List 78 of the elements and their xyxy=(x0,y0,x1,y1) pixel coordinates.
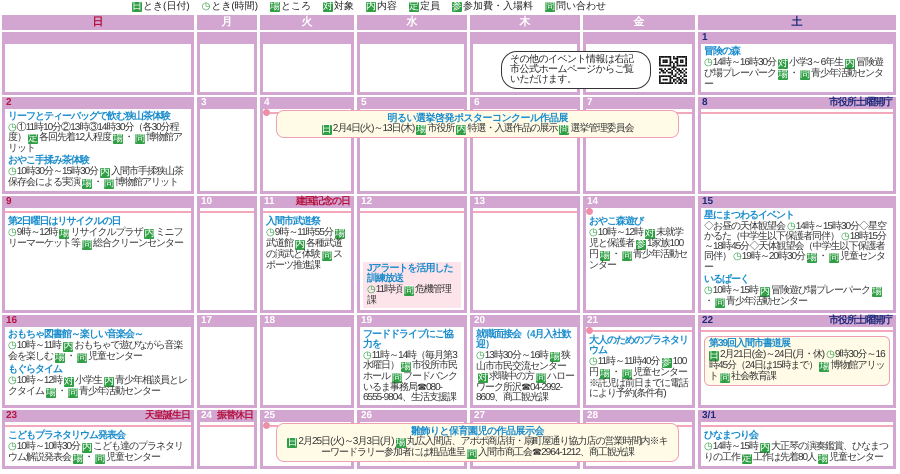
day-number: 23 xyxy=(6,411,18,421)
event-title: 明るい選挙啓発ポスターコンクール作品展 xyxy=(387,113,568,124)
legend-label: 問い合わせ xyxy=(556,2,606,12)
event-title: 大人のためのプラネタリウム xyxy=(589,336,689,356)
legend-label: 定員 xyxy=(420,2,440,12)
event-title: 冒険の森 xyxy=(704,47,742,57)
event-title: おやこ森遊び xyxy=(589,217,645,227)
day-number: 19 xyxy=(361,316,372,326)
day-number: 25 xyxy=(264,411,276,421)
event-title: もぐらタイム xyxy=(8,365,64,375)
day-number: 27 xyxy=(474,411,486,421)
category-tag: 定 xyxy=(409,2,420,12)
day-number: 17 xyxy=(201,316,212,326)
legend-label: とき(時間) xyxy=(211,2,258,12)
event-title: 星にまつわるイベント xyxy=(704,211,795,221)
holiday-label: 市役所土曜開庁 xyxy=(829,98,892,108)
day-number: 7 xyxy=(587,98,593,108)
day-number: 28 xyxy=(587,411,598,421)
weekday-header: 月 xyxy=(197,15,257,30)
day-number: 22 xyxy=(702,316,714,326)
event-title: 第39回入間市書道展 xyxy=(709,339,792,349)
day-number: 24 xyxy=(201,411,212,421)
day-number: 20 xyxy=(474,316,486,326)
day-number: 3 xyxy=(201,98,207,108)
legend-label: 対象 xyxy=(334,2,354,12)
event-title: 就職面接会（4月入社歓迎） xyxy=(476,330,572,350)
day-number: 14 xyxy=(587,197,598,207)
weekday-header: 土 xyxy=(698,15,896,30)
category-tag: 参 xyxy=(452,2,462,12)
legend-label: とき(日付) xyxy=(143,2,190,12)
day-number: 26 xyxy=(361,411,372,421)
day-number: 8 xyxy=(702,98,708,108)
day-number: 21 xyxy=(587,316,598,326)
day-number: 13 xyxy=(474,197,486,207)
day-number: 16 xyxy=(6,316,18,326)
day-header xyxy=(197,32,257,44)
clock-icon: ◷ xyxy=(202,2,210,12)
legend-label: 参加費・入場料 xyxy=(463,2,534,12)
day-number: 6 xyxy=(474,98,480,108)
day-number: 5 xyxy=(361,98,367,108)
period-line xyxy=(200,424,254,426)
weekday-header: 火 xyxy=(260,15,354,30)
holiday-label: 振替休日 xyxy=(217,411,253,421)
event-title: こどもプラネタリウム発表会 xyxy=(8,431,126,441)
day-number: 11 xyxy=(264,197,275,207)
weekday-header: 日 xyxy=(2,15,194,30)
day-number: 12 xyxy=(361,197,372,207)
legend-label: ところ xyxy=(281,2,312,12)
event-title: リーフとティーバッグで飲む狭山茶体験 xyxy=(8,112,172,122)
event-title: Jアラートを活用した訓練放送 xyxy=(367,264,454,284)
day-number: 18 xyxy=(264,316,276,326)
weekday-header: 金 xyxy=(583,15,695,30)
day-number: 1 xyxy=(702,33,708,43)
day-number: 4 xyxy=(264,98,270,108)
holiday-label: 建国記念の日 xyxy=(296,197,350,207)
day-number: 10 xyxy=(201,197,212,207)
holiday-label: 市役所土曜開庁 xyxy=(829,316,892,326)
day-number: 9 xyxy=(6,197,12,207)
weekday-header: 水 xyxy=(357,15,467,30)
event-title: おやこ手揉み茶体験 xyxy=(8,156,90,166)
event-title: フードドライブにご協力を xyxy=(363,330,454,350)
event-title: ひなまつり会 xyxy=(704,431,760,441)
category-tag: 内 xyxy=(366,2,376,12)
speech-bubble: その他のイベント情報は右記市公式ホームページからご覧いただけます。 xyxy=(501,50,651,88)
weekday-header: 木 xyxy=(470,15,580,30)
holiday-label: 天皇誕生日 xyxy=(145,411,190,421)
event-title: 雛飾りと保育園児の作品展示会 xyxy=(411,426,544,437)
period-line xyxy=(200,210,254,212)
legend-label: 内容 xyxy=(377,2,398,12)
day-number: 2 xyxy=(6,98,12,108)
day-number: 3/1 xyxy=(702,411,716,421)
event-title: 第2日曜日はリサイクルの日 xyxy=(8,217,121,227)
event-details: ◷11時頃 問危機管理課 xyxy=(367,285,453,306)
event-title: おもちゃ図書館～楽しい音楽会～ xyxy=(8,330,144,340)
qr-code-drawing xyxy=(659,56,687,84)
event-title: 入間市武道祭 xyxy=(266,217,322,227)
event-title: いるぱーく xyxy=(704,275,749,285)
day-number: 15 xyxy=(702,197,714,207)
